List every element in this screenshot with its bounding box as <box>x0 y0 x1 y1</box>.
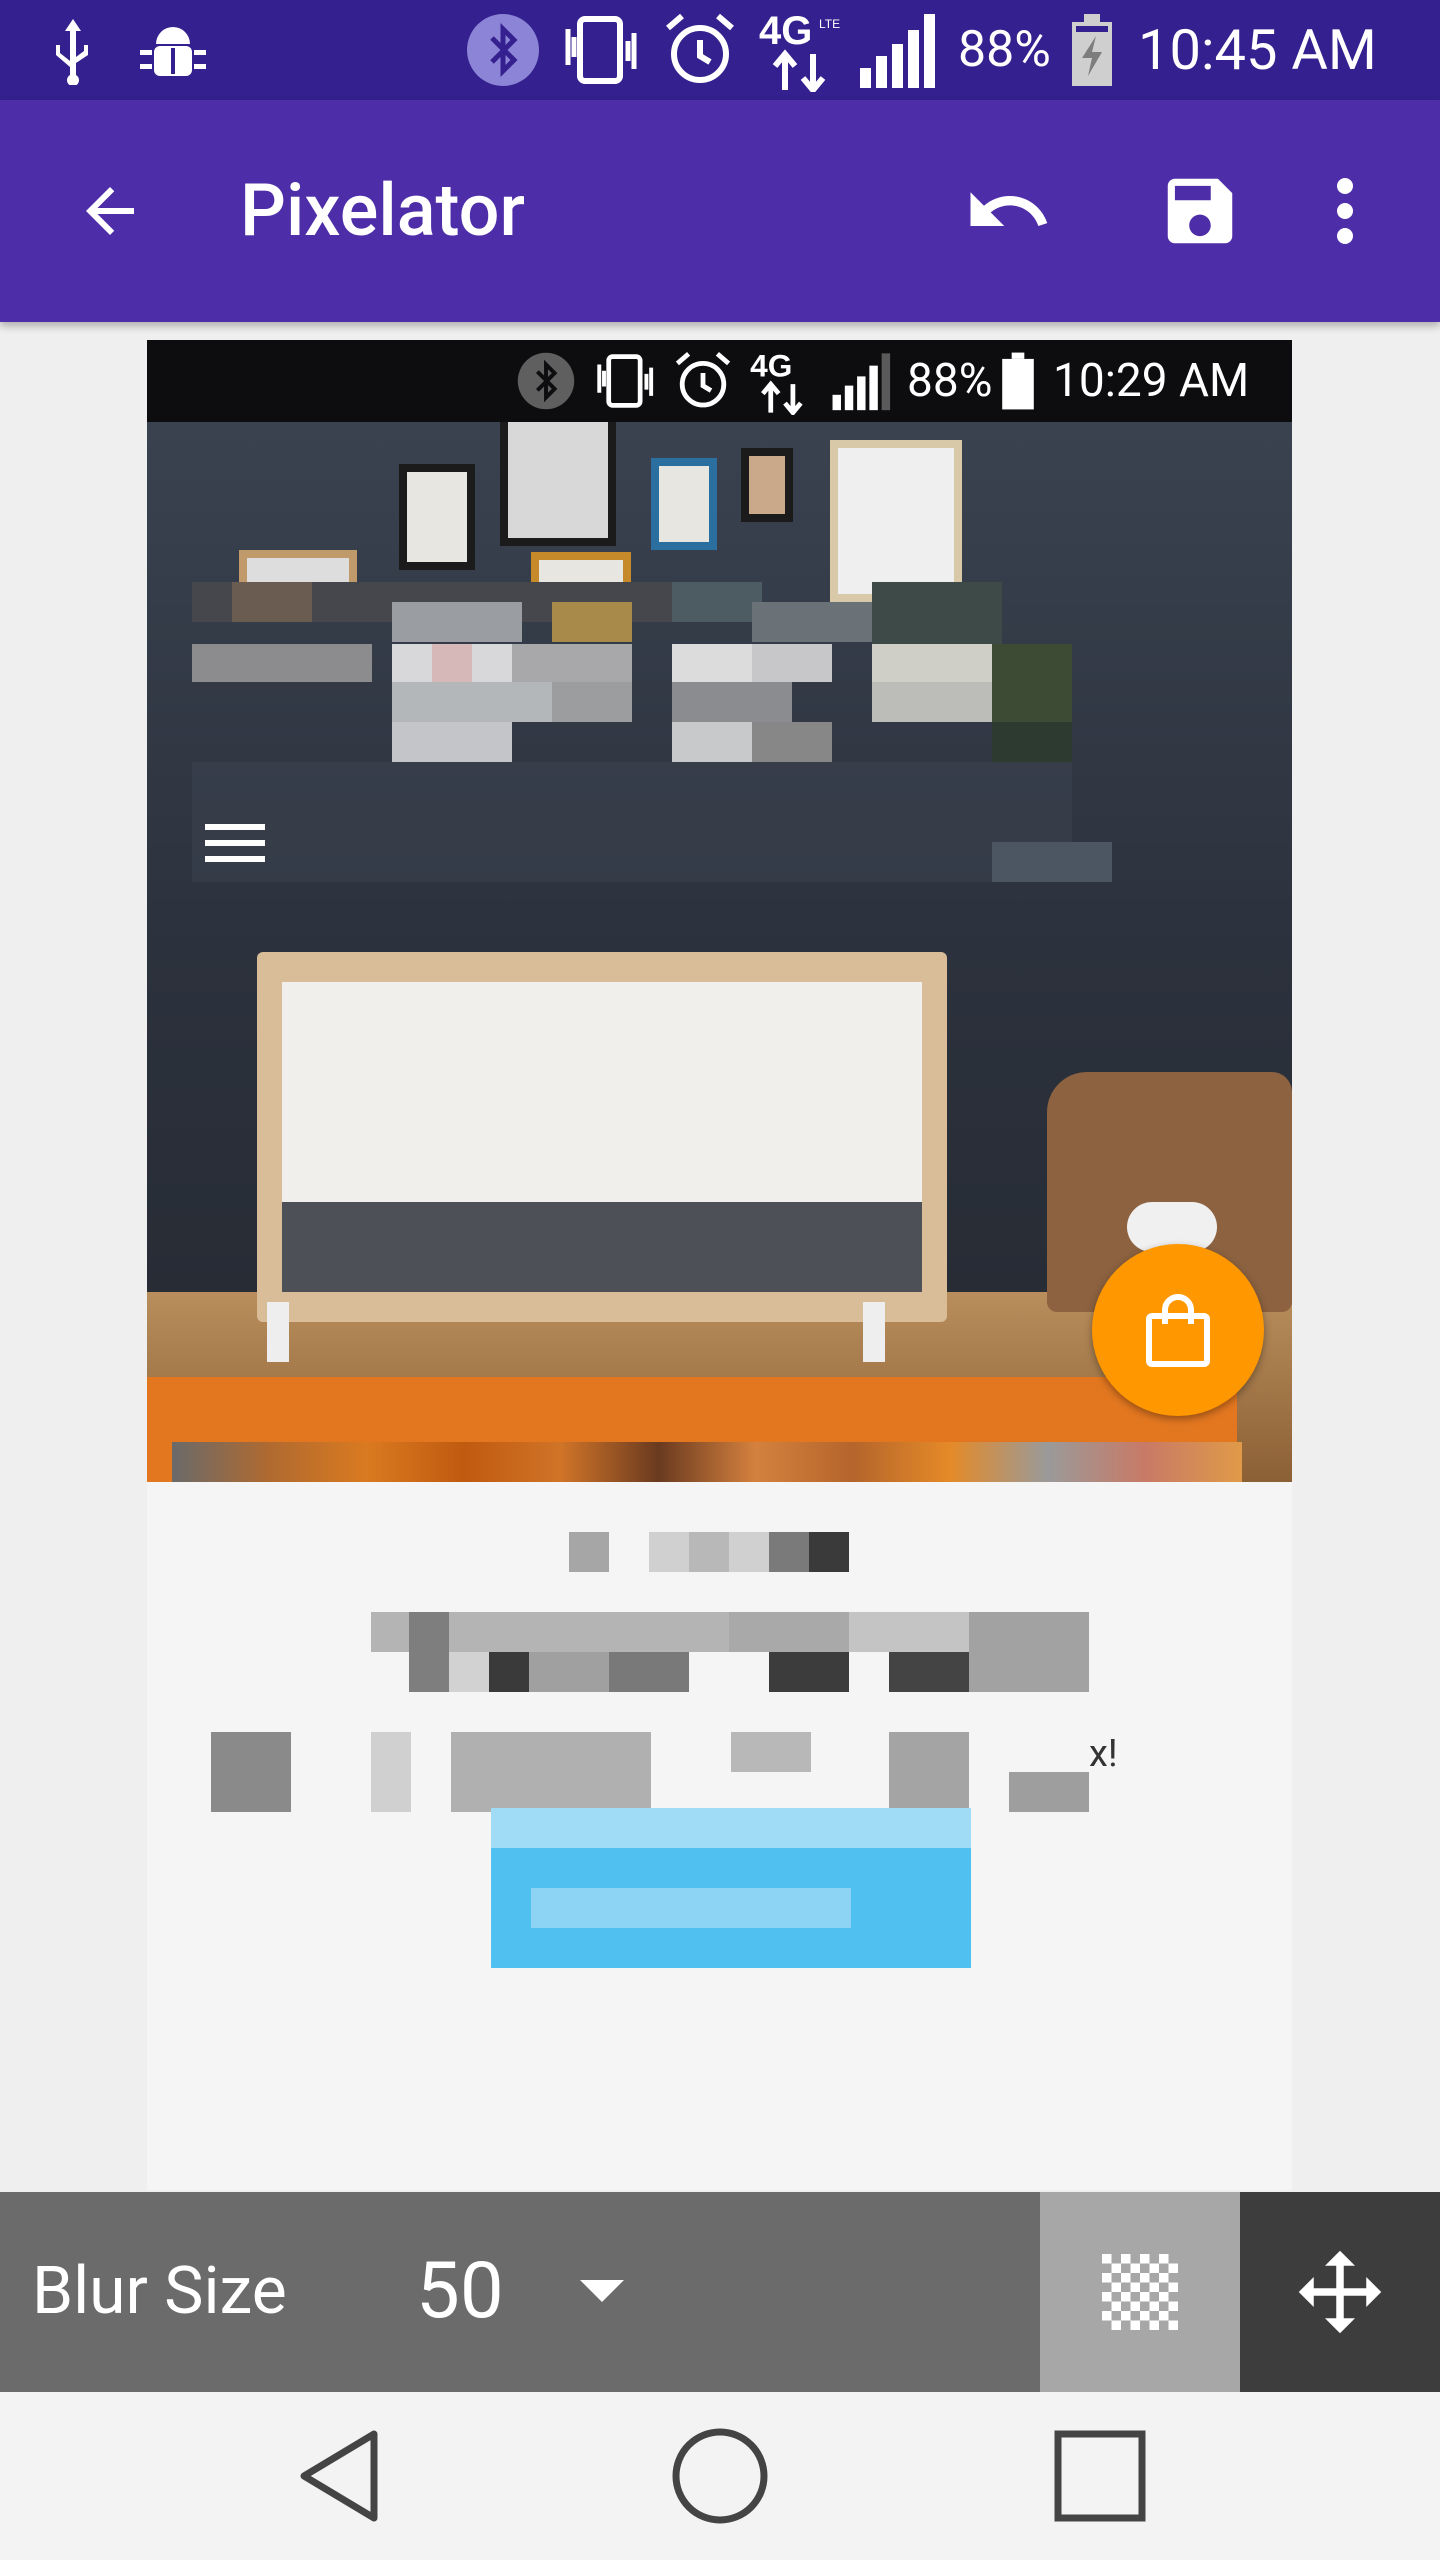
chevron-down-icon[interactable] <box>580 2280 624 2302</box>
picture-frame <box>500 422 616 546</box>
canvas-bluetooth-icon <box>517 340 575 422</box>
picture-frame <box>651 458 717 550</box>
canvas-signal-icon <box>831 340 897 422</box>
picture-frame <box>399 464 475 570</box>
pixelate-tool-button[interactable] <box>1040 2192 1240 2392</box>
arrow-back-icon[interactable] <box>50 151 170 271</box>
pixelated-button <box>491 1808 971 1968</box>
app-bar: Pixelator <box>0 100 1440 322</box>
hamburger-menu-icon <box>205 824 265 864</box>
more-vert-icon[interactable] <box>1310 151 1380 271</box>
nav-recents-icon[interactable] <box>990 2392 1210 2560</box>
battery-charging-icon <box>1068 0 1116 100</box>
svg-text:4G: 4G <box>750 347 792 383</box>
canvas-vibrate-icon <box>593 340 659 422</box>
move-tool-button[interactable] <box>1240 2192 1440 2392</box>
canvas-battery-percent: 88% <box>907 354 993 408</box>
network-4g-lte-icon: 4G LTE <box>755 0 851 100</box>
canvas-battery-icon <box>999 340 1037 422</box>
alarm-icon <box>660 0 740 100</box>
battery-percent: 88% <box>958 21 1051 79</box>
move-arrows-icon <box>1298 2250 1382 2334</box>
vibrate-icon <box>560 0 644 100</box>
blur-size-label: Blur Size <box>32 2253 287 2330</box>
undo-icon[interactable] <box>948 151 1068 271</box>
shopping-bag-fab[interactable] <box>1092 1244 1264 1416</box>
canvas-status-time: 10:29 AM <box>1053 354 1250 408</box>
blur-size-value[interactable]: 50 <box>416 2192 504 2392</box>
status-bar: 4G LTE 88% 10:45 AM <box>0 0 1440 100</box>
picture-frame <box>830 440 962 602</box>
svg-text:LTE: LTE <box>819 17 840 31</box>
image-canvas[interactable]: 4G 88% 10:29 AM x! <box>147 340 1292 2190</box>
bluetooth-icon <box>466 0 540 100</box>
canvas-alarm-icon <box>671 340 735 422</box>
status-time: 10:45 AM <box>1138 17 1377 83</box>
checkerboard-icon <box>1102 2254 1178 2330</box>
shopping-bag-icon <box>1146 1294 1210 1367</box>
android-debug-icon <box>138 0 208 100</box>
signal-icon <box>858 0 944 100</box>
navigation-bar <box>0 2392 1440 2560</box>
save-icon[interactable] <box>1140 151 1260 271</box>
usb-icon <box>50 0 96 100</box>
canvas-network-icon: 4G <box>747 340 823 422</box>
partial-text: x! <box>1089 1732 1118 1776</box>
canvas-status-bar: 4G 88% 10:29 AM <box>147 340 1292 422</box>
picture-frame <box>741 448 793 522</box>
svg-text:4G: 4G <box>759 9 812 53</box>
bottom-toolbar: Blur Size 50 <box>0 2192 1440 2392</box>
nav-home-icon[interactable] <box>610 2392 830 2560</box>
page-title: Pixelator <box>240 168 525 253</box>
photo-area <box>147 422 1292 1482</box>
nav-back-icon[interactable] <box>232 2392 452 2560</box>
